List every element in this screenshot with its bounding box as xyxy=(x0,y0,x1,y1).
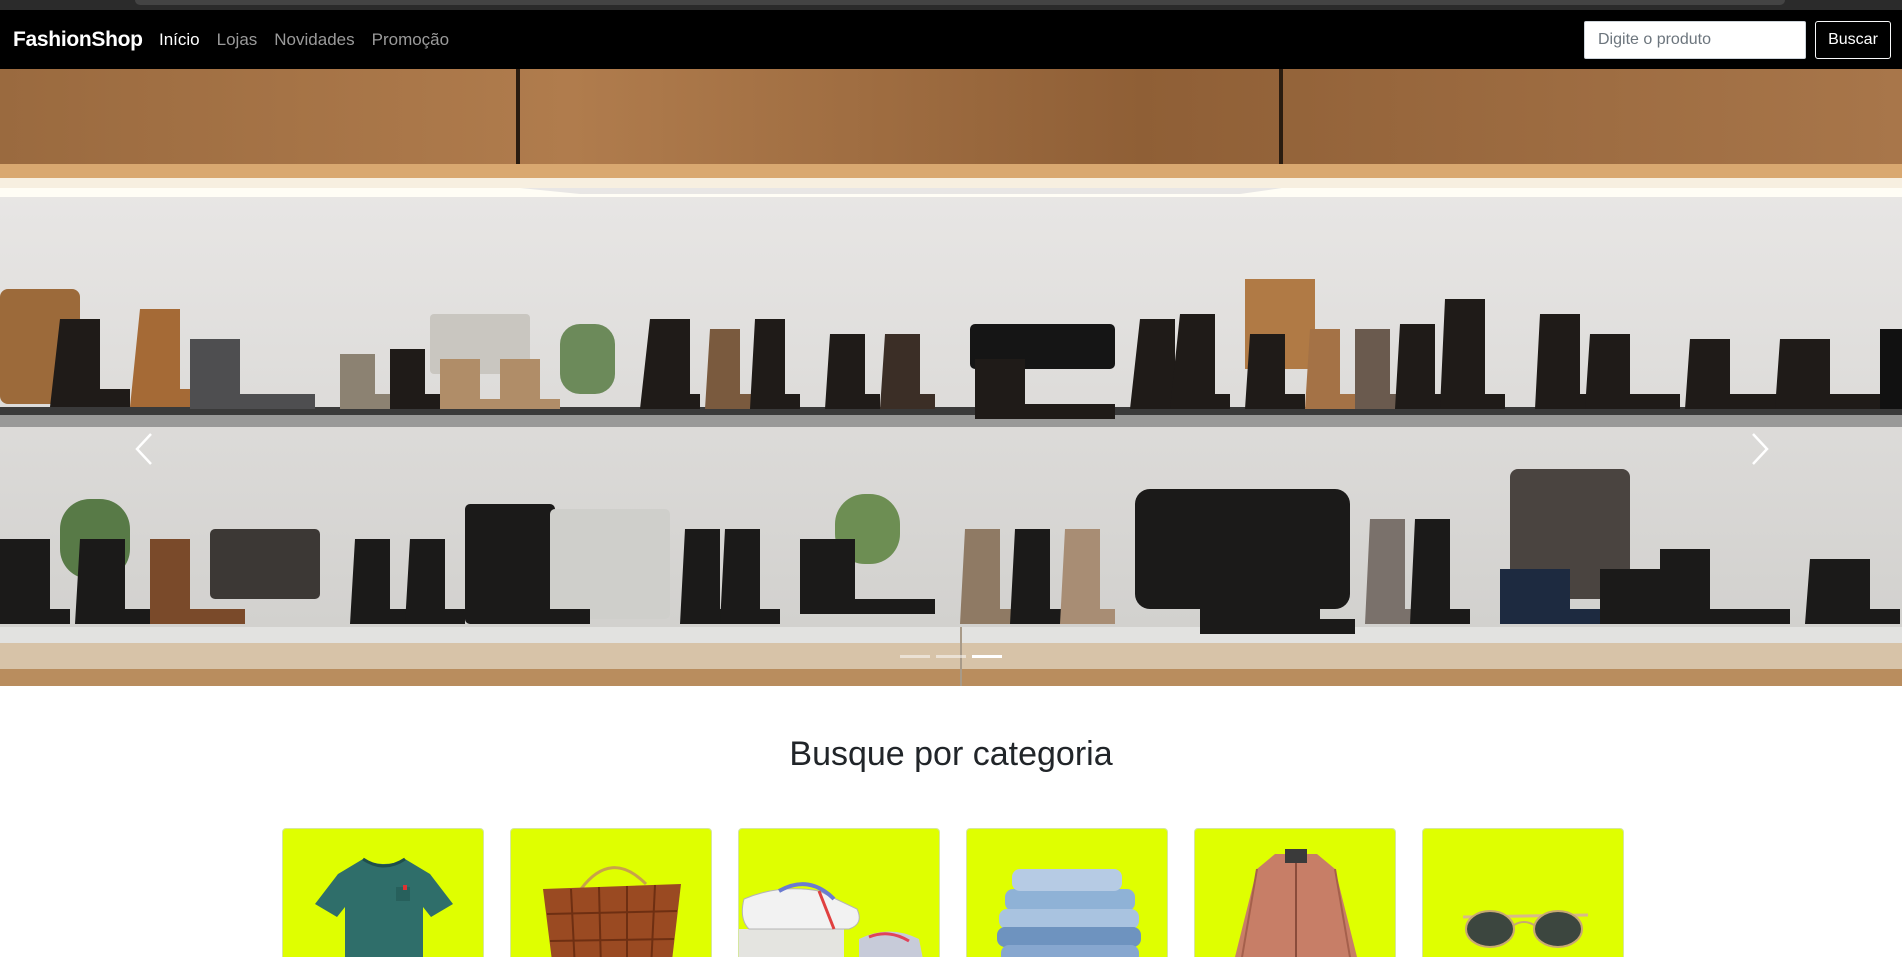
category-card-jacket[interactable] xyxy=(1194,828,1396,957)
carousel-prev-button[interactable] xyxy=(124,419,164,479)
search-input[interactable] xyxy=(1584,21,1806,59)
top-navbar: FashionShop Início Lojas Novidades Promo… xyxy=(0,10,1902,69)
hero-carousel xyxy=(0,69,1902,686)
category-grid xyxy=(282,828,1624,957)
chevron-right-icon xyxy=(1752,433,1769,465)
browser-tab-edge xyxy=(135,0,1785,5)
category-card-sunglasses[interactable] xyxy=(1422,828,1624,957)
sunglasses-icon xyxy=(1462,910,1589,948)
carousel-indicator-2[interactable] xyxy=(936,655,966,658)
categories-title: Busque por categoria xyxy=(789,735,1113,773)
jacket-icon xyxy=(1235,849,1357,957)
nav-link-promocao[interactable]: Promoção xyxy=(372,30,449,50)
carousel-indicator-1[interactable] xyxy=(900,655,930,658)
hero-image xyxy=(0,69,1902,686)
nav-link-inicio[interactable]: Início xyxy=(159,30,200,50)
chevron-left-icon xyxy=(135,433,152,465)
jeans-icon xyxy=(997,869,1141,957)
category-card-shoes[interactable] xyxy=(738,828,940,957)
carousel-indicators xyxy=(900,655,1002,658)
nav-links: Início Lojas Novidades Promoção xyxy=(159,30,449,50)
nav-link-novidades[interactable]: Novidades xyxy=(274,30,354,50)
search-button[interactable]: Buscar xyxy=(1815,21,1891,59)
brand-logo[interactable]: FashionShop xyxy=(13,28,143,52)
category-card-tshirt[interactable] xyxy=(282,828,484,957)
bag-icon xyxy=(543,866,681,957)
sneaker-icon xyxy=(739,882,923,957)
carousel-next-button[interactable] xyxy=(1740,419,1780,479)
category-card-bag[interactable] xyxy=(510,828,712,957)
category-card-jeans[interactable] xyxy=(966,828,1168,957)
nav-link-lojas[interactable]: Lojas xyxy=(217,30,258,50)
carousel-indicator-3[interactable] xyxy=(972,655,1002,658)
tshirt-icon xyxy=(315,857,453,957)
browser-strip xyxy=(0,0,1902,10)
